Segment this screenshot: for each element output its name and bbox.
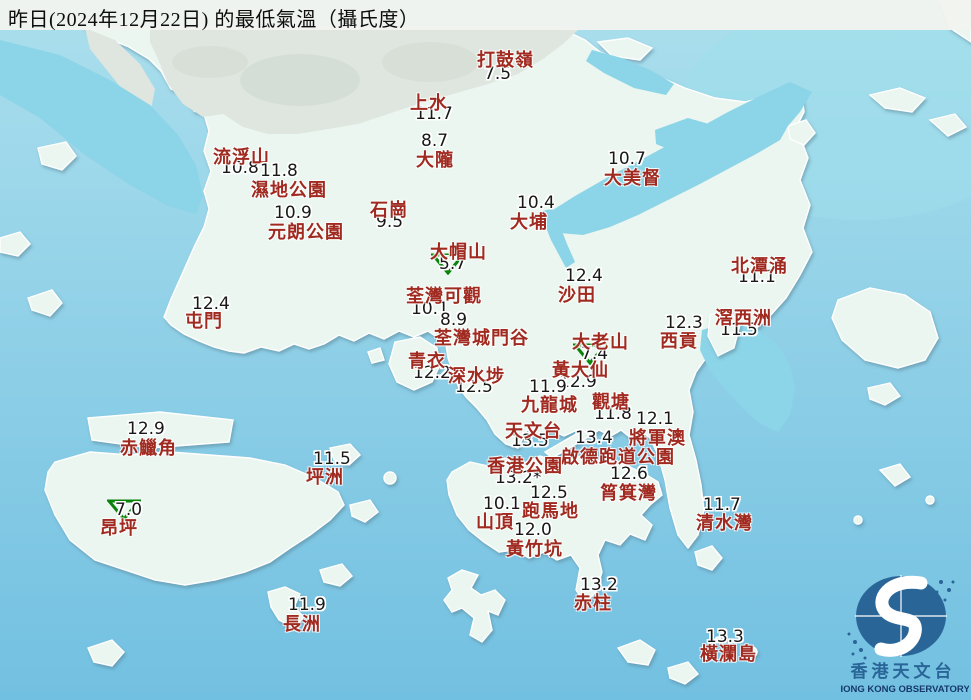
station-name: 荃灣城門谷 bbox=[434, 328, 529, 348]
station-name: 昂坪 bbox=[100, 518, 138, 538]
logo-chinese-name: 香港天文台 bbox=[851, 661, 956, 681]
station-name: 西貢 bbox=[660, 331, 698, 351]
station-name: 滘西洲 bbox=[715, 308, 772, 328]
page-title: 昨日(2024年12月22日) 的最低氣溫（攝氏度） bbox=[8, 9, 420, 31]
station-name: 石崗 bbox=[370, 200, 408, 220]
station-name: 上水 bbox=[410, 93, 448, 113]
station-name: 觀塘 bbox=[592, 392, 630, 412]
station-name: 山頂 bbox=[476, 512, 514, 532]
station-name: 坪洲 bbox=[306, 467, 344, 487]
station-name: 沙田 bbox=[558, 285, 596, 305]
station-name: 天文台 bbox=[505, 421, 562, 441]
station-name: 大老山 bbox=[572, 332, 629, 352]
station-name: 北潭涌 bbox=[731, 256, 788, 276]
station-name: 將軍澳 bbox=[629, 428, 686, 448]
station-name: 橫瀾島 bbox=[700, 644, 757, 664]
station-name: 荃灣可觀 bbox=[406, 286, 482, 306]
station-name: 赤柱 bbox=[574, 593, 612, 613]
station-name: 香港公園 bbox=[487, 456, 563, 476]
station-name: 大美督 bbox=[604, 168, 661, 188]
hko-logo-graphic: 香港天文台 HONG KONG OBSERVATORY bbox=[836, 575, 970, 695]
station-name: 屯門 bbox=[185, 311, 223, 331]
station-name: 打鼓嶺 bbox=[477, 50, 534, 70]
station-name: 元朗公園 bbox=[268, 222, 344, 242]
min-temp-map: 昨日(2024年12月22日) 的最低氣溫（攝氏度） 7.5 打鼓嶺 11.7 上水 8… bbox=[0, 0, 971, 700]
station-name: 九龍城 bbox=[521, 395, 578, 415]
logo-english-name: HONG KONG OBSERVATORY bbox=[841, 684, 969, 695]
station-name: 青衣 bbox=[408, 351, 446, 371]
station-name: 大隴 bbox=[416, 150, 454, 170]
hong-kong-map bbox=[0, 0, 971, 700]
station-name: 清水灣 bbox=[696, 513, 753, 533]
station-name: 黃竹坑 bbox=[506, 539, 563, 559]
hko-logo: 香港天文台 HONG KONG OBSERVATORY bbox=[836, 570, 970, 698]
station-name: 大埔 bbox=[510, 212, 548, 232]
station-name: 筲箕灣 bbox=[600, 483, 657, 503]
station-name: 大帽山 bbox=[430, 242, 487, 262]
station-name: 長洲 bbox=[283, 614, 321, 634]
station-name: 濕地公園 bbox=[251, 180, 327, 200]
station-name: 深水埗 bbox=[448, 366, 505, 386]
station-name: 赤鱲角 bbox=[120, 438, 177, 458]
